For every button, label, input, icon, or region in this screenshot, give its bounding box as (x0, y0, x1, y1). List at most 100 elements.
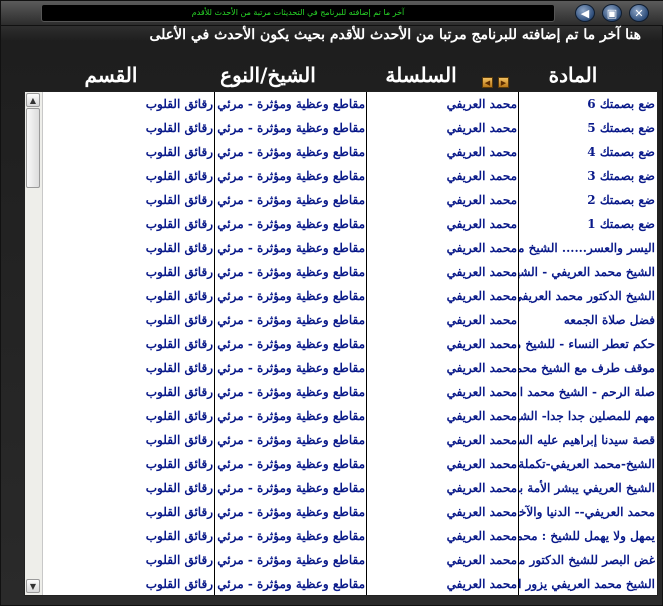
cell-series: محمد العريفي (446, 169, 517, 183)
cell-sheikh: مقاطع وعظية ومؤثرة - مرئي (217, 265, 365, 279)
cell-mada: يمهل ولا يهمل للشيخ : محمد العر (519, 529, 655, 543)
cell-mada: الشيخ-محمد العريفي-تكملة نسخ (519, 457, 655, 471)
table-row[interactable]: ضع بصمتك 3 محمد العريفي مقاطع وعظية ومؤثرة… (43, 164, 657, 188)
cell-mada: حكم تعطر النساء - للشيخ محمد (519, 337, 655, 351)
table-row[interactable]: الشيخ العريفي يبشر الأمة بإقبالمحمد العر… (43, 476, 657, 500)
main-window: ◀ ▣ ✕ آخر ما تم إضافته للبرنامج في التحد… (0, 0, 663, 606)
cell-mada: ضع بصمتك 3 (587, 169, 655, 183)
table-row[interactable]: الشيخ الدكتور محمد العريفي لأهلمحمد العر… (43, 284, 657, 308)
back-icon[interactable]: ◀ (575, 4, 595, 22)
cell-qism: رقائق القلوب (145, 169, 213, 183)
table-row[interactable]: غض البصر للشيخ الدكتور محمدمحمد العريفي م… (43, 548, 657, 572)
cell-series: محمد العريفي (446, 361, 517, 375)
close-icon[interactable]: ✕ (629, 4, 649, 22)
cell-series: محمد العريفي (446, 121, 517, 135)
cell-mada: صلة الرحم - الشيخ محمد العريف (519, 385, 655, 399)
cell-series: محمد العريفي (446, 457, 517, 471)
table-row[interactable]: ضع بصمتك 1 محمد العريفي مقاطع وعظية ومؤثرة… (43, 212, 657, 236)
page-description: هنا آخر ما تم إضافته للبرنامج مرتبا من ا… (149, 27, 641, 43)
table-row[interactable]: قصة سيدنا إبراهيم عليه السلام ومحمد العر… (43, 428, 657, 452)
cell-series: محمد العريفي (446, 265, 517, 279)
cell-series: محمد العريفي (446, 505, 517, 519)
cell-qism: رقائق القلوب (145, 433, 213, 447)
cell-mada: ضع بصمتك 1 (587, 217, 655, 231)
cell-sheikh: مقاطع وعظية ومؤثرة - مرئي (217, 193, 365, 207)
cell-sheikh: مقاطع وعظية ومؤثرة - مرئي (217, 121, 365, 135)
cell-sheikh: مقاطع وعظية ومؤثرة - مرئي (217, 361, 365, 375)
cell-series: محمد العريفي (446, 145, 517, 159)
table-row[interactable]: الشيخ-محمد العريفي-تكملة نسخمحمد العريفي… (43, 452, 657, 476)
cell-series: محمد العريفي (446, 553, 517, 567)
cell-sheikh: مقاطع وعظية ومؤثرة - مرئي (217, 97, 365, 111)
cell-qism: رقائق القلوب (145, 217, 213, 231)
cell-sheikh: مقاطع وعظية ومؤثرة - مرئي (217, 241, 365, 255)
table-row[interactable]: ضع بصمتك 5 محمد العريفي مقاطع وعظية ومؤثرة… (43, 116, 657, 140)
cell-mada: ضع بصمتك 6 (587, 97, 655, 111)
cell-sheikh: مقاطع وعظية ومؤثرة - مرئي (217, 433, 365, 447)
cell-qism: رقائق القلوب (145, 505, 213, 519)
cell-mada: موقف طرف مع الشيخ محمد العر (519, 361, 655, 375)
title-bar: ◀ ▣ ✕ آخر ما تم إضافته للبرنامج في التحد… (1, 1, 663, 26)
sort-right-icon[interactable]: ▶ (498, 77, 509, 88)
column-header-mada[interactable]: المادة (513, 61, 633, 89)
cell-qism: رقائق القلوب (145, 289, 213, 303)
cell-sheikh: مقاطع وعظية ومؤثرة - مرئي (217, 385, 365, 399)
cell-qism: رقائق القلوب (145, 121, 213, 135)
table-row[interactable]: ضع بصمتك 6 محمد العريفي مقاطع وعظية ومؤثرة… (43, 92, 657, 116)
cell-qism: رقائق القلوب (145, 457, 213, 471)
cell-series: محمد العريفي (446, 409, 517, 423)
updates-list[interactable]: ▲ ▼ ضع بصمتك 6 محمد العريفي مقاطع وعظية وم… (24, 91, 658, 596)
cell-qism: رقائق القلوب (145, 193, 213, 207)
table-row[interactable]: يمهل ولا يهمل للشيخ : محمد العرمحمد العر… (43, 524, 657, 548)
scroll-up-icon[interactable]: ▲ (26, 93, 40, 107)
table-row[interactable]: ضع بصمتك 2 محمد العريفي مقاطع وعظية ومؤثرة… (43, 188, 657, 212)
table-row[interactable]: الشيخ محمد العريفي يزور المرضىمحمد العري… (43, 572, 657, 595)
table-row[interactable]: موقف طرف مع الشيخ محمد العرمحمد العريفي م… (43, 356, 657, 380)
column-header-sheikh[interactable]: الشيخ/النوع (193, 61, 343, 89)
scroll-down-icon[interactable]: ▼ (26, 579, 40, 593)
cell-qism: رقائق القلوب (145, 553, 213, 567)
cell-mada: ضع بصمتك 4 (587, 145, 655, 159)
cell-qism: رقائق القلوب (145, 265, 213, 279)
cell-mada: مهم للمصلين جدا جدا- الشيخ (519, 409, 655, 423)
scroll-thumb[interactable] (26, 108, 40, 188)
cell-sheikh: مقاطع وعظية ومؤثرة - مرئي (217, 145, 365, 159)
cell-qism: رقائق القلوب (145, 313, 213, 327)
list-grid: ضع بصمتك 6 محمد العريفي مقاطع وعظية ومؤثرة… (43, 92, 657, 595)
table-row[interactable]: حكم تعطر النساء - للشيخ محمدمحمد العريفي… (43, 332, 657, 356)
cell-series: محمد العريفي (446, 241, 517, 255)
cell-series: محمد العريفي (446, 97, 517, 111)
cell-mada: غض البصر للشيخ الدكتور محمد (519, 553, 655, 567)
cell-mada: فضل صلاة الجمعه (563, 313, 655, 327)
column-header-series[interactable]: السلسلة (351, 61, 491, 89)
cell-mada: ضع بصمتك 2 (587, 193, 655, 207)
cell-sheikh: مقاطع وعظية ومؤثرة - مرئي (217, 169, 365, 183)
cell-qism: رقائق القلوب (145, 361, 213, 375)
cell-sheikh: مقاطع وعظية ومؤثرة - مرئي (217, 481, 365, 495)
table-row[interactable]: محمد العريفي-- الدنيا والآخرة ومحمد العر… (43, 500, 657, 524)
cell-mada: محمد العريفي-- الدنيا والآخرة و (519, 505, 655, 519)
column-header-qism[interactable]: القسم (41, 61, 181, 89)
cell-series: محمد العريفي (446, 433, 517, 447)
table-row[interactable]: اليسر والعسر...... الشيخ محمدمحمد العريف… (43, 236, 657, 260)
cell-sheikh: مقاطع وعظية ومؤثرة - مرئي (217, 529, 365, 543)
table-row[interactable]: فضل صلاة الجمعه محمد العريفي مقاطع وعظية و… (43, 308, 657, 332)
table-row[interactable]: الشيخ محمد العريفي - الشهواتمحمد العريفي… (43, 260, 657, 284)
table-row[interactable]: صلة الرحم - الشيخ محمد العريفمحمد العريف… (43, 380, 657, 404)
cell-mada: اليسر والعسر...... الشيخ محمد (519, 241, 655, 255)
cell-series: محمد العريفي (446, 337, 517, 351)
cell-qism: رقائق القلوب (145, 97, 213, 111)
cell-series: محمد العريفي (446, 313, 517, 327)
cell-qism: رقائق القلوب (145, 385, 213, 399)
table-row[interactable]: مهم للمصلين جدا جدا- الشيخ محمد العريفي مق… (43, 404, 657, 428)
cell-mada: قصة سيدنا إبراهيم عليه السلام و (519, 433, 655, 447)
table-row[interactable]: ضع بصمتك 4 محمد العريفي مقاطع وعظية ومؤثرة… (43, 140, 657, 164)
cell-mada: الشيخ محمد العريفي يزور المرضى (519, 577, 655, 591)
restore-icon[interactable]: ▣ (602, 4, 622, 22)
vertical-scrollbar[interactable]: ▲ ▼ (25, 92, 43, 595)
cell-sheikh: مقاطع وعظية ومؤثرة - مرئي (217, 337, 365, 351)
cell-sheikh: مقاطع وعظية ومؤثرة - مرئي (217, 289, 365, 303)
cell-series: محمد العريفي (446, 193, 517, 207)
cell-sheikh: مقاطع وعظية ومؤثرة - مرئي (217, 577, 365, 591)
cell-qism: رقائق القلوب (145, 241, 213, 255)
